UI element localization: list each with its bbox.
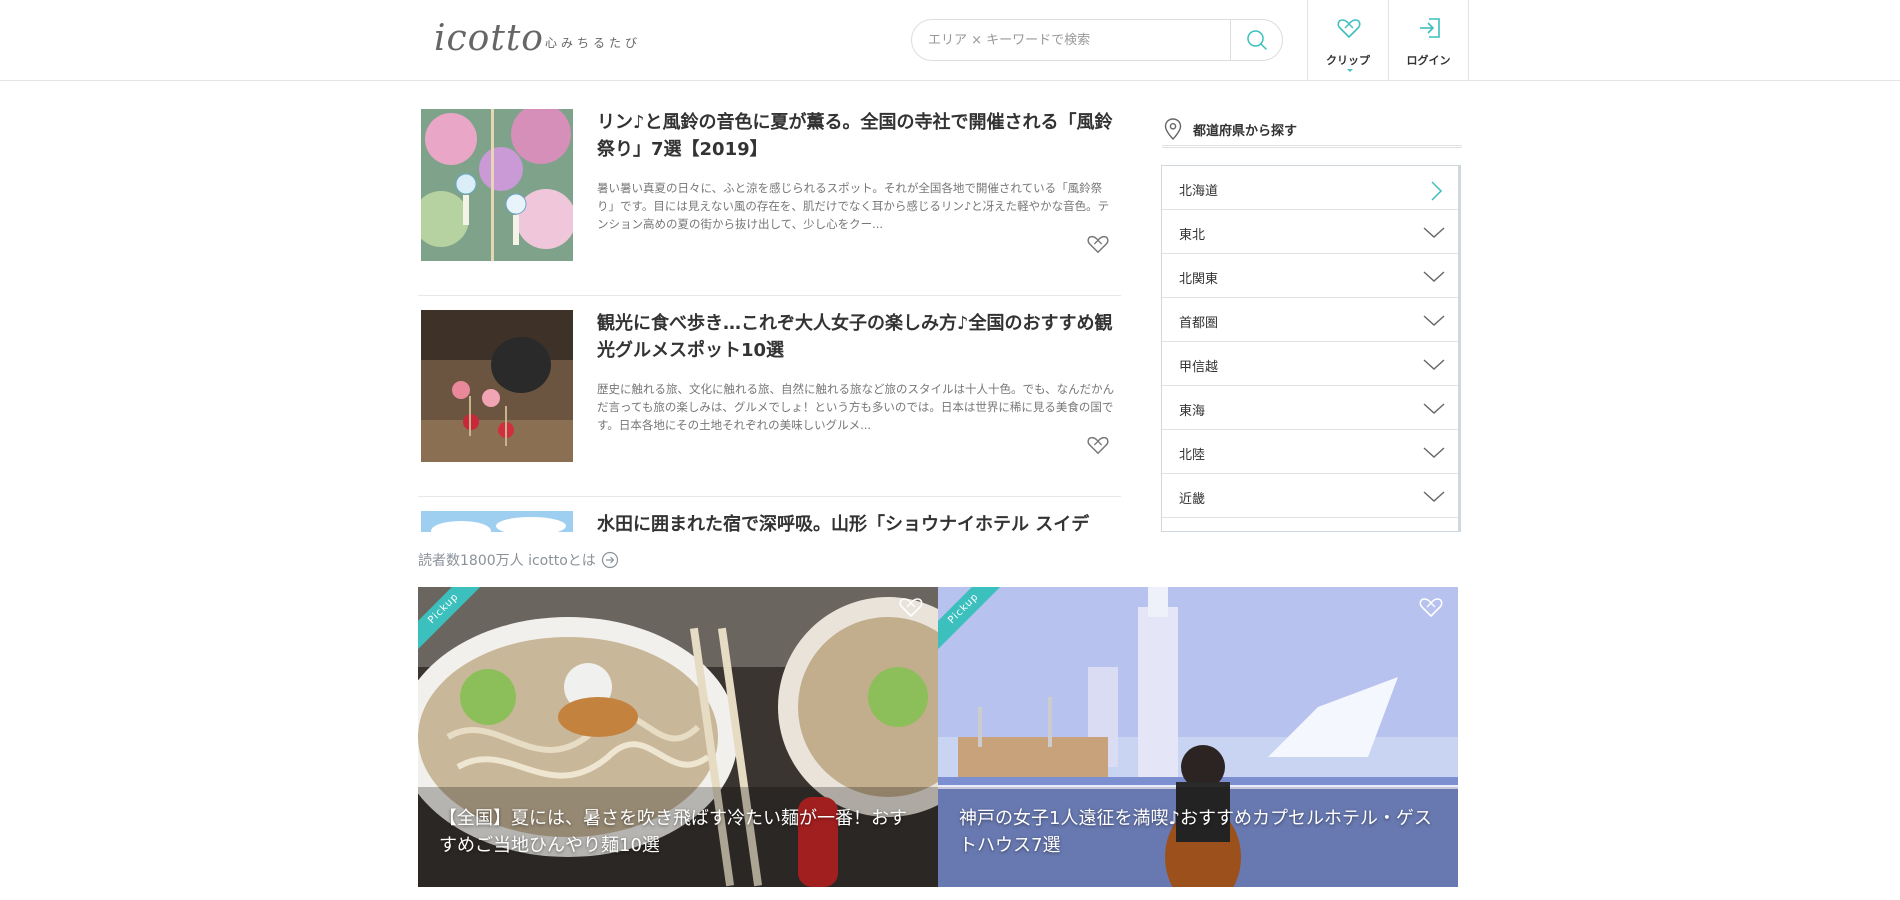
prefecture-item-hokuriku[interactable]: 北陸 — [1162, 430, 1458, 474]
pickup-title: 神戸の女子1人遠征を満喫♪おすすめカプセルホテル・ゲストハウス7選 — [959, 808, 1432, 856]
prefecture-item-shutoken[interactable]: 首都圏 — [1162, 298, 1458, 342]
about-icotto-link[interactable]: 読者数1800万人 icottoとは — [418, 550, 619, 570]
prefecture-item-hokkaido[interactable]: 北海道 — [1162, 166, 1458, 210]
prefecture-label: 首都圏 — [1179, 316, 1219, 331]
article-item[interactable]: 観光に食べ歩き…これぞ大人女子の楽しみ方♪全国のおすすめ観光グルメスポット10選… — [418, 296, 1121, 497]
article-thumbnail-wind-chimes[interactable] — [421, 109, 573, 261]
prefecture-search-title: 都道府県から探す — [1193, 124, 1298, 139]
site-tagline: 心みちるたび — [545, 36, 642, 50]
article-item[interactable]: 水田に囲まれた宿で深呼吸。山形「ショウナイホテル スイデ — [418, 497, 1121, 532]
chevron-down-icon — [1423, 403, 1445, 414]
login-button[interactable]: ログイン — [1388, 0, 1469, 81]
clip-button[interactable]: クリップ — [1307, 0, 1388, 81]
prefecture-label: 北関東 — [1179, 272, 1219, 287]
chevron-down-icon — [1423, 271, 1445, 282]
article-title[interactable]: 水田に囲まれた宿で深呼吸。山形「ショウナイホテル スイデ — [597, 511, 1117, 532]
prefecture-item-partial[interactable] — [1162, 518, 1458, 531]
chevron-down-icon — [1423, 315, 1445, 326]
article-list: リン♪と風鈴の音色に夏が薫る。全国の寺社で開催される「風鈴祭り」7選【2019】… — [418, 95, 1121, 532]
prefecture-item-kita-kanto[interactable]: 北関東 — [1162, 254, 1458, 298]
article-excerpt: 暑い暑い真夏の日々に、ふと涼を感じられるスポット。それが全国各地で開催されている… — [597, 181, 1110, 231]
heart-clip-icon — [1337, 19, 1361, 39]
chevron-down-icon — [1423, 359, 1445, 370]
chevron-right-icon — [1431, 181, 1443, 201]
prefecture-list: 北海道 東北 北関東 首都圏 甲信越 東海 北陸 近畿 — [1161, 165, 1461, 532]
article-excerpt: 歴史に触れる旅、文化に触れる旅、自然に触れる旅など旅のスタイルは十人十色。でも、… — [597, 382, 1115, 432]
site-logo[interactable]: icotto — [434, 18, 544, 59]
caret-down-icon — [1347, 69, 1353, 72]
pickup-title: 【全国】夏には、暑さを吹き飛ばす冷たい麺が一番！おすすめご当地ひんやり麺10選 — [439, 808, 907, 856]
search-icon — [1246, 30, 1267, 50]
clip-heart-icon[interactable] — [1418, 595, 1444, 619]
article-title[interactable]: 観光に食べ歩き…これぞ大人女子の楽しみ方♪全国のおすすめ観光グルメスポット10選 — [597, 310, 1117, 364]
search-button[interactable] — [1230, 20, 1282, 60]
prefecture-search-header: 都道府県から探す — [1162, 114, 1462, 148]
pickup-card[interactable]: Pickup 神戸の女子1人遠征を満喫♪おすすめカプセルホテル・ゲストハウス7選 — [938, 587, 1458, 887]
prefecture-label: 北陸 — [1179, 448, 1206, 463]
prefecture-label: 北海道 — [1179, 184, 1219, 199]
prefecture-item-koshinetsu[interactable]: 甲信越 — [1162, 342, 1458, 386]
clip-heart-icon[interactable] — [1086, 434, 1110, 456]
clip-heart-icon[interactable] — [1086, 233, 1110, 255]
login-icon — [1420, 18, 1440, 38]
article-thumbnail-hotel[interactable] — [421, 511, 573, 532]
prefecture-label: 東海 — [1179, 404, 1206, 419]
prefecture-item-tohoku[interactable]: 東北 — [1162, 210, 1458, 254]
login-label: ログイン — [1406, 54, 1451, 67]
prefecture-label: 近畿 — [1179, 492, 1206, 507]
prefecture-item-kinki[interactable]: 近畿 — [1162, 474, 1458, 518]
search-box — [911, 19, 1283, 61]
chevron-down-icon — [1423, 491, 1445, 502]
search-input[interactable] — [928, 29, 1228, 51]
article-thumbnail-gourmet[interactable] — [421, 310, 573, 462]
pickup-card[interactable]: Pickup 【全国】夏には、暑さを吹き飛ばす冷たい麺が一番！おすすめご当地ひん… — [418, 587, 938, 887]
prefecture-item-tokai[interactable]: 東海 — [1162, 386, 1458, 430]
clip-heart-icon[interactable] — [898, 595, 924, 619]
chevron-down-icon — [1423, 227, 1445, 238]
clip-label: クリップ — [1326, 54, 1370, 67]
prefecture-label: 東北 — [1179, 228, 1206, 243]
article-title[interactable]: リン♪と風鈴の音色に夏が薫る。全国の寺社で開催される「風鈴祭り」7選【2019】 — [597, 109, 1117, 163]
circle-arrow-right-icon — [601, 551, 618, 569]
chevron-down-icon — [1423, 447, 1445, 458]
about-icotto-text: 読者数1800万人 icottoとは — [418, 553, 596, 569]
site-header: icotto 心みちるたび クリップ ログイン — [0, 0, 1900, 81]
article-item[interactable]: リン♪と風鈴の音色に夏が薫る。全国の寺社で開催される「風鈴祭り」7選【2019】… — [418, 95, 1121, 296]
prefecture-label: 甲信越 — [1179, 360, 1219, 375]
map-pin-icon — [1164, 118, 1182, 140]
